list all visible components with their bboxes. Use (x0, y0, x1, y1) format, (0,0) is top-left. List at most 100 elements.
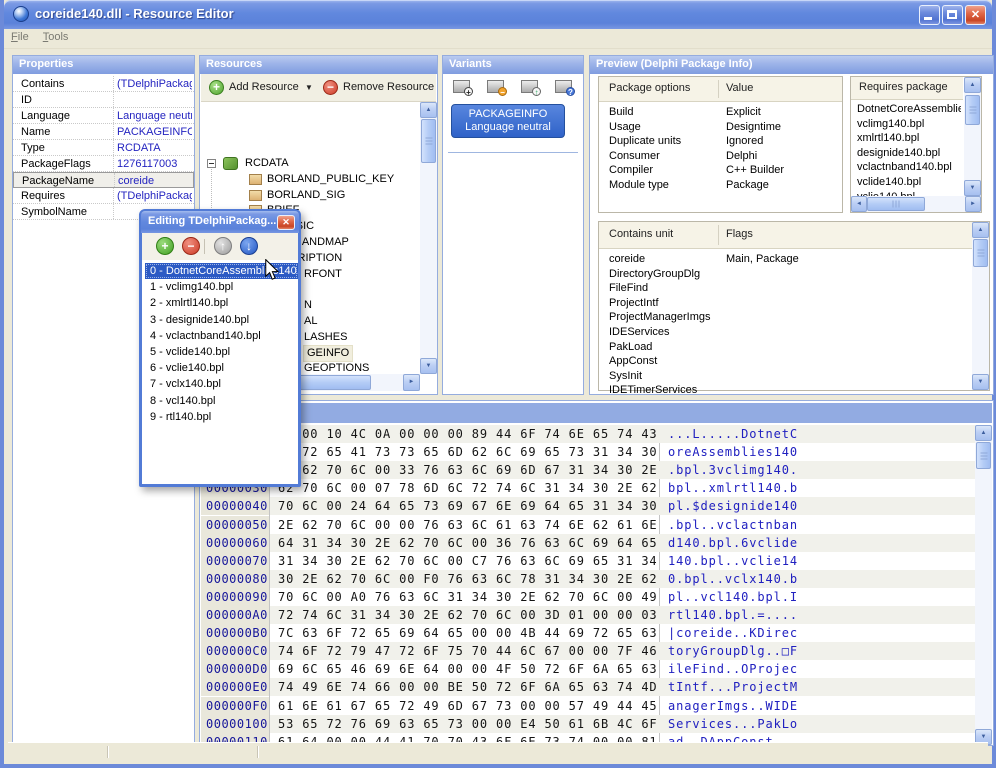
hex-vscroll-thumb[interactable] (976, 442, 991, 469)
tree-item-borland_public_key[interactable]: BORLAND_PUBLIC_KEY (201, 172, 436, 188)
hex-row[interactable]: 0000007031 34 30 2E 62 70 6C 00 C7 76 63… (201, 552, 973, 570)
dialog-list-item[interactable]: 9 - rtl140.bpl (145, 409, 298, 425)
hex-bytes[interactable]: 53 65 72 76 69 63 65 73 00 00 E4 50 61 6… (270, 715, 660, 733)
contains-unit-row[interactable]: ProjectIntf (599, 296, 989, 311)
requires-package-item[interactable]: DotnetCoreAssemblies140.bpl (857, 103, 961, 118)
hex-row[interactable]: 000000E074 49 6E 74 66 00 00 BE 50 72 6F… (201, 678, 973, 696)
hex-ascii[interactable]: anagerImgs..WIDE (660, 697, 975, 715)
tree-collapse-icon[interactable] (207, 159, 216, 168)
dialog-move-up-button[interactable]: ↑ (214, 237, 232, 255)
property-value[interactable]: RCDATA (117, 142, 192, 154)
hex-bytes[interactable]: 0B 00 10 4C 0A 00 00 00 89 44 6F 74 6E 6… (270, 425, 660, 443)
hex-ascii[interactable]: .bpl.3vclimg140. (660, 461, 975, 479)
hex-bytes[interactable]: 2E 62 70 6C 00 33 76 63 6C 69 6D 67 31 3… (270, 461, 660, 479)
hex-ascii[interactable]: .bpl..vclactnban (660, 516, 975, 534)
requires-vscrollbar[interactable] (964, 77, 981, 196)
hex-bytes[interactable]: 72 74 6C 31 34 30 2E 62 70 6C 00 3D 01 0… (270, 606, 660, 624)
add-resource-icon[interactable]: + (209, 80, 224, 95)
hex-row[interactable]: 000000502E 62 70 6C 00 00 76 63 6C 61 63… (201, 516, 973, 534)
dialog-list-item[interactable]: 6 - vclie140.bpl (145, 360, 298, 376)
tree-vscroll-thumb[interactable] (421, 119, 436, 163)
requires-package-item[interactable]: vclactnband140.bpl (857, 161, 961, 176)
contains-unit-row[interactable]: AppConst (599, 354, 989, 369)
dialog-list-item[interactable]: 8 - vcl140.bpl (145, 393, 298, 409)
export-variant-icon[interactable]: ↑ (521, 80, 538, 93)
hex-ascii[interactable]: Services...PakLo (660, 715, 975, 733)
hex-ascii[interactable]: rtl140.bpl.=.... (660, 606, 975, 624)
add-resource-button[interactable]: Add Resource (229, 81, 299, 93)
hex-row[interactable]: 0000008030 2E 62 70 6C 00 F0 76 63 6C 78… (201, 570, 973, 588)
contains-unit-row[interactable]: ProjectManagerImgs (599, 310, 989, 325)
hex-ascii[interactable]: 0.bpl..vclx140.b (660, 570, 975, 588)
add-variant-icon[interactable]: + (453, 80, 470, 93)
contains-scroll-down-button[interactable] (972, 374, 989, 390)
requires-scroll-down-button[interactable] (964, 180, 981, 196)
hex-ascii[interactable]: |coreide..KDirec (660, 624, 975, 642)
hex-ascii[interactable]: tIntf...ProjectM (660, 678, 975, 696)
property-row-language[interactable]: LanguageLanguage neutral (13, 108, 194, 124)
property-row-packagename[interactable]: PackageNamecoreide (13, 172, 194, 188)
property-value[interactable]: Language neutral (117, 110, 192, 122)
hex-ascii[interactable]: ...L.....DotnetC (660, 425, 975, 443)
contains-scroll-up-button[interactable] (972, 222, 989, 238)
hex-row[interactable]: 0000009070 6C 00 A0 76 63 6C 31 34 30 2E… (201, 588, 973, 606)
contains-unit-row[interactable]: PakLoad (599, 340, 989, 355)
variant-info-icon[interactable]: ? (555, 80, 572, 93)
requires-hscroll-thumb[interactable] (867, 197, 925, 211)
remove-resource-icon[interactable]: − (323, 80, 338, 95)
tree-scroll-down-button[interactable] (420, 358, 437, 374)
hex-bytes[interactable]: 7C 63 6F 72 65 69 64 65 00 00 4B 44 69 7… (270, 624, 660, 642)
hex-bytes[interactable]: 74 6F 72 79 47 72 6F 75 70 44 6C 67 00 0… (270, 642, 660, 660)
hex-row[interactable]: 000000202E 62 70 6C 00 33 76 63 6C 69 6D… (201, 461, 973, 479)
property-row-type[interactable]: TypeRCDATA (13, 140, 194, 156)
hex-bytes[interactable]: 6F 72 65 41 73 73 65 6D 62 6C 69 65 73 3… (270, 443, 660, 461)
hex-bytes[interactable]: 30 2E 62 70 6C 00 F0 76 63 6C 78 31 34 3… (270, 570, 660, 588)
dialog-title-bar[interactable]: Editing TDelphiPackag... (141, 211, 299, 233)
requires-package-item[interactable]: vclimg140.bpl (857, 118, 961, 133)
tree-item-borland_sig[interactable]: BORLAND_SIG (201, 188, 436, 204)
property-value[interactable]: coreide (118, 175, 191, 187)
hex-bytes[interactable]: 69 6C 65 46 69 6E 64 00 00 4F 50 72 6F 6… (270, 660, 660, 678)
contains-unit-row[interactable]: IDEServices (599, 325, 989, 340)
hex-row[interactable]: 000000C074 6F 72 79 47 72 6F 75 70 44 6C… (201, 642, 973, 660)
requires-scroll-up-button[interactable] (964, 77, 981, 93)
dialog-list-item[interactable]: 3 - designide140.bpl (145, 312, 298, 328)
property-row-id[interactable]: ID (13, 92, 194, 108)
contains-vscrollbar[interactable] (972, 222, 989, 390)
maximize-button[interactable] (942, 5, 963, 25)
hex-bytes[interactable]: 74 49 6E 74 66 00 00 BE 50 72 6F 6A 65 6… (270, 678, 660, 696)
property-value[interactable]: PACKAGEINFO (117, 126, 192, 138)
dialog-remove-button[interactable]: − (182, 237, 200, 255)
property-row-packageflags[interactable]: PackageFlags1276117003 (13, 156, 194, 172)
menu-tools[interactable]: Tools (36, 29, 76, 45)
variant-item-packageinfo[interactable]: PACKAGEINFO Language neutral (451, 104, 565, 138)
property-value[interactable]: 1276117003 (117, 158, 192, 170)
requires-hscrollbar[interactable] (851, 196, 981, 212)
minimize-button[interactable] (919, 5, 940, 25)
hex-row[interactable]: 0000004070 6C 00 24 64 65 73 69 67 6E 69… (201, 497, 973, 515)
requires-package-item[interactable]: designide140.bpl (857, 147, 961, 162)
hex-bytes[interactable]: 70 6C 00 24 64 65 73 69 67 6E 69 64 65 3… (270, 497, 660, 515)
contains-vscroll-thumb[interactable] (973, 239, 988, 267)
tree-vscrollbar[interactable] (420, 102, 437, 374)
requires-package-item[interactable]: vclide140.bpl (857, 176, 961, 191)
contains-unit-row[interactable]: DirectoryGroupDlg (599, 267, 989, 282)
hex-bytes[interactable]: 2E 62 70 6C 00 00 76 63 6C 61 63 74 6E 6… (270, 516, 660, 534)
requires-vscroll-thumb[interactable] (965, 95, 980, 125)
tree-scroll-up-button[interactable] (420, 102, 437, 118)
hex-bytes[interactable]: 70 6C 00 A0 76 63 6C 31 34 30 2E 62 70 6… (270, 588, 660, 606)
hex-row[interactable]: 000000B07C 63 6F 72 65 69 64 65 00 00 4B… (201, 624, 973, 642)
hex-bytes[interactable]: 64 31 34 30 2E 62 70 6C 00 36 76 63 6C 6… (270, 534, 660, 552)
dialog-move-down-button[interactable]: ↓ (240, 237, 258, 255)
close-button[interactable]: ✕ (965, 5, 986, 25)
hex-ascii[interactable]: toryGroupDlg..□F (660, 642, 975, 660)
property-row-name[interactable]: NamePACKAGEINFO (13, 124, 194, 140)
hex-ascii[interactable]: bpl..xmlrtl140.b (660, 479, 975, 497)
contains-unit-row[interactable]: SysInit (599, 369, 989, 384)
property-row-contains[interactable]: Contains(TDelphiPackag (13, 76, 194, 92)
hex-row[interactable]: 000000A072 74 6C 31 34 30 2E 62 70 6C 00… (201, 606, 973, 624)
hex-ascii[interactable]: oreAssemblies140 (660, 443, 975, 461)
requires-scroll-right-button[interactable] (965, 196, 981, 212)
dialog-list-item[interactable]: 2 - xmlrtl140.bpl (145, 295, 298, 311)
contains-unit-row[interactable]: coreideMain, Package (599, 252, 989, 267)
